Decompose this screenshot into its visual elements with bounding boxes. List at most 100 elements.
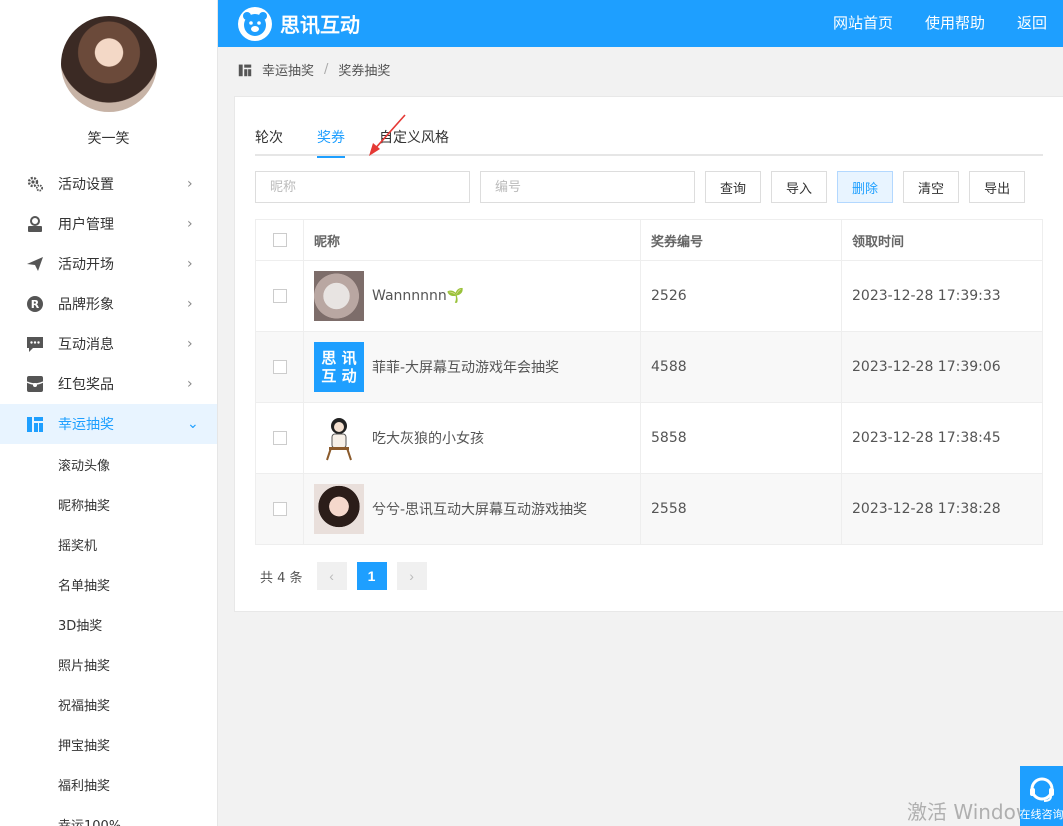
user-nickname: Wannnnnn🌱: [372, 288, 465, 304]
sidebar-item-red-packet-prizes[interactable]: 红包奖品 ›: [0, 364, 217, 404]
user-nickname: 吃大灰狼的小女孩: [372, 431, 484, 447]
svg-text:R: R: [31, 298, 40, 311]
avatar-text-line: 思 讯: [321, 349, 357, 367]
number-input[interactable]: [480, 171, 695, 203]
total-count: 共 4 条: [260, 570, 303, 586]
query-button[interactable]: 查询: [705, 171, 762, 203]
submenu-item[interactable]: 3D抽奖: [0, 604, 217, 644]
chevron-right-icon: ›: [187, 176, 193, 192]
claim-time-cell: 2023-12-28 17:39:06: [841, 331, 1043, 403]
send-icon: [26, 255, 44, 273]
chevron-right-icon: ›: [187, 296, 193, 312]
lottery-icon: [26, 415, 44, 433]
import-button[interactable]: 导入: [771, 171, 828, 203]
user-cell: 兮兮-思讯互动大屏幕互动游戏抽奖: [314, 484, 630, 534]
claim-time-cell: 2023-12-28 17:38:28: [841, 473, 1043, 545]
chevron-right-icon: ›: [187, 336, 193, 352]
row-checkbox[interactable]: [272, 431, 287, 445]
nickname-cell: 思 讯 互 动 菲菲-大屏幕互动游戏年会抽奖: [303, 331, 641, 403]
user-avatar: [314, 413, 364, 463]
submenu-item[interactable]: 祝福抽奖: [0, 684, 217, 724]
chevron-right-icon: ›: [187, 376, 193, 392]
pagination: 共 4 条 ‹ 1 ›: [260, 562, 437, 590]
nav-home-link[interactable]: 网站首页: [817, 0, 909, 47]
registered-icon: R: [26, 295, 44, 313]
submenu-item[interactable]: 滚动头像: [0, 444, 217, 484]
brand-logo[interactable]: 思讯互动: [218, 6, 360, 41]
column-header-ticket-number[interactable]: 奖券编号: [640, 219, 842, 261]
breadcrumb-item[interactable]: 幸运抽奖: [262, 60, 314, 79]
tab-bar: 轮次 奖券 自定义风格: [255, 114, 1043, 158]
nickname-cell: Wannnnnn🌱: [303, 260, 641, 332]
submenu-item[interactable]: 照片抽奖: [0, 644, 217, 684]
online-consult-widget[interactable]: 在线咨询: [1020, 766, 1063, 826]
nav-back-link[interactable]: 返回: [1001, 0, 1063, 47]
row-checkbox-cell: [255, 473, 304, 545]
sidebar-item-label: 用户管理: [58, 217, 114, 233]
sidebar-item-lucky-draw[interactable]: 幸运抽奖 ⌄: [0, 404, 217, 444]
export-button[interactable]: 导出: [969, 171, 1026, 203]
row-checkbox[interactable]: [272, 502, 287, 516]
tickets-table: 昵称 奖券编号 领取时间 Wannnnnn🌱 2526 2023-12-28 1…: [255, 219, 1043, 545]
delete-button[interactable]: 删除: [837, 171, 894, 203]
column-header-nickname[interactable]: 昵称: [303, 219, 641, 261]
annotation-arrow-icon: [369, 114, 406, 156]
row-checkbox[interactable]: [272, 289, 287, 303]
submenu-item[interactable]: 昵称抽奖: [0, 484, 217, 524]
prev-page-button[interactable]: ‹: [316, 562, 347, 590]
user-avatar: 思 讯 互 动: [314, 342, 364, 392]
ticket-number-cell: 4588: [640, 331, 842, 403]
top-header: 思讯互动 网站首页 使用帮助 返回: [218, 0, 1063, 47]
chat-icon: [26, 335, 44, 353]
select-all-checkbox[interactable]: [272, 233, 287, 247]
chevron-down-icon: ⌄: [187, 416, 199, 432]
profile-avatar[interactable]: [60, 16, 157, 112]
user-cell: 思 讯 互 动 菲菲-大屏幕互动游戏年会抽奖: [314, 342, 630, 392]
clear-button[interactable]: 清空: [903, 171, 960, 203]
nickname-input[interactable]: [255, 171, 470, 203]
user-avatar: [314, 484, 364, 534]
tab-rounds[interactable]: 轮次: [255, 119, 283, 156]
lottery-icon: [238, 63, 252, 77]
page-button-current[interactable]: 1: [356, 562, 387, 590]
table-row: 兮兮-思讯互动大屏幕互动游戏抽奖 2558 2023-12-28 17:38:2…: [255, 473, 1043, 545]
sidebar-item-label: 活动设置: [58, 177, 114, 193]
ticket-number-cell: 5858: [640, 402, 842, 474]
ticket-number-cell: 2558: [640, 473, 842, 545]
user-icon: [26, 215, 44, 233]
table-row: 思 讯 互 动 菲菲-大屏幕互动游戏年会抽奖 4588 2023-12-28 1…: [255, 331, 1043, 403]
gear-icon: [26, 175, 44, 193]
claim-time-cell: 2023-12-28 17:39:33: [841, 260, 1043, 332]
header-nav: 网站首页 使用帮助 返回: [817, 0, 1063, 47]
row-checkbox[interactable]: [272, 360, 287, 374]
column-header-claim-time[interactable]: 领取时间: [841, 219, 1043, 261]
sidebar-item-label: 品牌形象: [58, 297, 114, 313]
submenu-item[interactable]: 押宝抽奖: [0, 724, 217, 764]
chevron-right-icon: ›: [187, 216, 193, 232]
sidebar-item-brand-image[interactable]: R 品牌形象 ›: [0, 284, 217, 324]
sidebar-item-label: 红包奖品: [58, 377, 114, 393]
sidebar-item-activity-opening[interactable]: 活动开场 ›: [0, 244, 217, 284]
filter-bar: 查询 导入 删除 清空 导出: [255, 171, 1035, 203]
tab-tickets[interactable]: 奖券: [317, 119, 345, 158]
breadcrumb: 幸运抽奖 / 奖券抽奖: [238, 60, 390, 79]
user-avatar: [314, 271, 364, 321]
next-page-button[interactable]: ›: [396, 562, 427, 590]
submenu-item[interactable]: 福利抽奖: [0, 764, 217, 804]
avatar-text-line: 互 动: [321, 367, 357, 385]
submenu-item[interactable]: 名单抽奖: [0, 564, 217, 604]
sidebar-item-label: 互动消息: [58, 337, 114, 353]
nav-help-link[interactable]: 使用帮助: [909, 0, 1001, 47]
user-cell: 吃大灰狼的小女孩: [314, 413, 630, 463]
submenu-item[interactable]: 幸运100%: [0, 804, 217, 826]
sidebar-item-interactive-messages[interactable]: 互动消息 ›: [0, 324, 217, 364]
row-checkbox-cell: [255, 331, 304, 403]
table-row: Wannnnnn🌱 2526 2023-12-28 17:39:33: [255, 260, 1043, 332]
profile: 笑一笑: [0, 0, 217, 164]
submenu-item[interactable]: 摇奖机: [0, 524, 217, 564]
sidebar-item-label: 幸运抽奖: [58, 417, 114, 433]
sidebar-item-activity-settings[interactable]: 活动设置 ›: [0, 164, 217, 204]
user-nickname: 兮兮-思讯互动大屏幕互动游戏抽奖: [372, 502, 588, 518]
sidebar-item-user-management[interactable]: 用户管理 ›: [0, 204, 217, 244]
nickname-cell: 兮兮-思讯互动大屏幕互动游戏抽奖: [303, 473, 641, 545]
